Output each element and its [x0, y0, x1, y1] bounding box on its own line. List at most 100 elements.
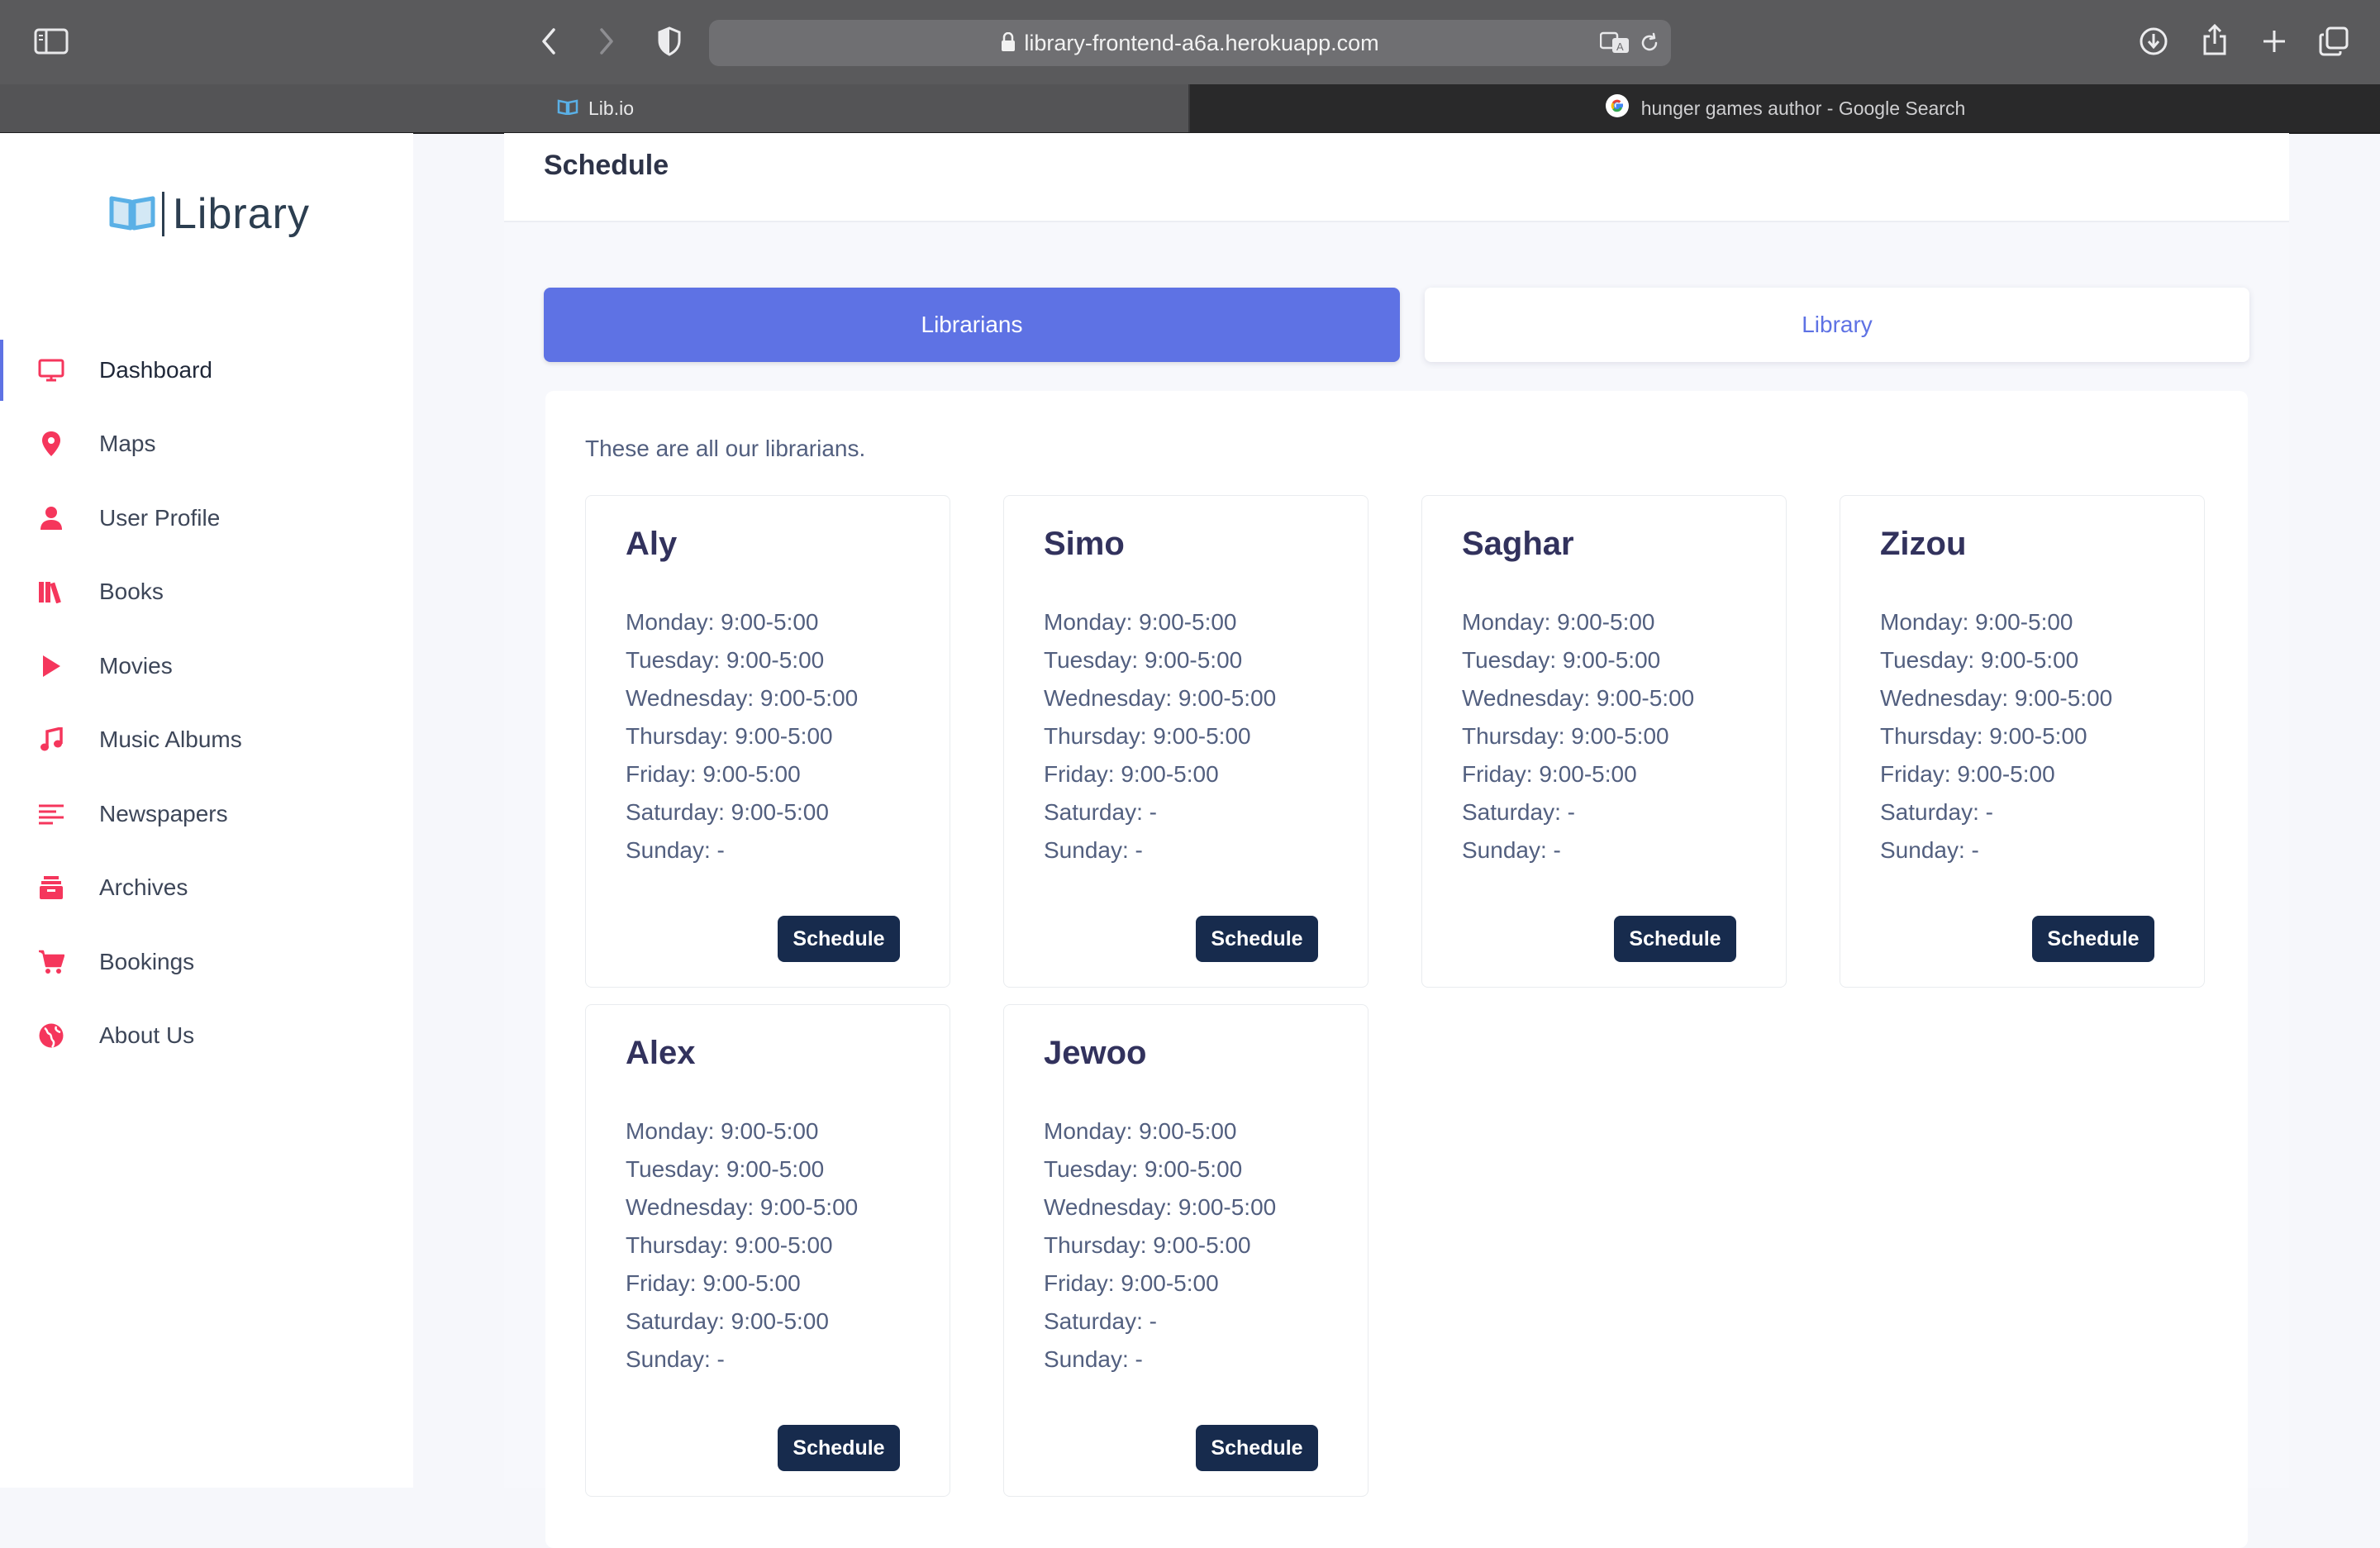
url-text[interactable]: library-frontend-a6a.herokuapp.com — [709, 20, 1671, 66]
tab-library[interactable]: Library — [1425, 288, 2249, 362]
schedule-button[interactable]: Schedule — [2032, 916, 2154, 962]
share-icon[interactable] — [2200, 21, 2230, 58]
hours-thursday: Thursday: 9:00-5:00 — [1044, 723, 1251, 749]
librarian-hours: Monday: 9:00-5:00 Tuesday: 9:00-5:00 Wed… — [1044, 1112, 1276, 1379]
sidebar-item-newspapers[interactable]: Newspapers — [0, 777, 413, 851]
hours-sunday: Sunday: - — [1044, 1346, 1143, 1372]
hours-wednesday: Wednesday: 9:00-5:00 — [626, 685, 859, 711]
reload-icon[interactable] — [1636, 30, 1663, 56]
librarian-card: Simo Monday: 9:00-5:00 Tuesday: 9:00-5:0… — [1003, 495, 1368, 988]
hours-thursday: Thursday: 9:00-5:00 — [626, 723, 833, 749]
librarian-name: Jewoo — [1044, 1035, 1147, 1071]
hours-saturday: Saturday: - — [1044, 1308, 1157, 1334]
back-icon[interactable] — [534, 25, 564, 58]
librarian-hours: Monday: 9:00-5:00 Tuesday: 9:00-5:00 Wed… — [1462, 603, 1694, 869]
globe-icon — [36, 1021, 66, 1050]
open-book-logo-icon — [109, 193, 155, 236]
sidebar-item-bookings[interactable]: Bookings — [0, 925, 413, 999]
sidebar-item-label: User Profile — [99, 504, 221, 531]
translate-icon[interactable]: A — [1598, 28, 1631, 58]
tab-label: Lib.io — [588, 97, 634, 119]
hours-saturday: Saturday: - — [1044, 799, 1157, 825]
tab-lib-io[interactable]: Lib.io — [0, 84, 1188, 132]
privacy-shield-icon[interactable] — [653, 23, 686, 60]
sidebar-item-label: Archives — [99, 874, 188, 901]
schedule-button[interactable]: Schedule — [1196, 1425, 1318, 1471]
hours-monday: Monday: 9:00-5:00 — [1880, 609, 2073, 635]
tab-overview-icon[interactable] — [2317, 25, 2350, 58]
new-tab-icon[interactable] — [2259, 25, 2289, 58]
librarians-panel: These are all our librarians. Aly Monday… — [545, 391, 2248, 1548]
librarian-hours: Monday: 9:00-5:00 Tuesday: 9:00-5:00 Wed… — [1880, 603, 2112, 869]
sidebar-item-music-albums[interactable]: Music Albums — [0, 703, 413, 778]
hours-friday: Friday: 9:00-5:00 — [1044, 1270, 1219, 1296]
hours-sunday: Sunday: - — [1462, 837, 1561, 863]
hours-wednesday: Wednesday: 9:00-5:00 — [626, 1194, 859, 1220]
librarian-name: Zizou — [1880, 526, 1967, 562]
librarian-hours: Monday: 9:00-5:00 Tuesday: 9:00-5:00 Wed… — [1044, 603, 1276, 869]
schedule-button[interactable]: Schedule — [1614, 916, 1736, 962]
hours-wednesday: Wednesday: 9:00-5:00 — [1044, 685, 1277, 711]
librarian-name: Simo — [1044, 526, 1125, 562]
sidebar-item-dashboard[interactable]: Dashboard — [0, 333, 413, 407]
sidebar-item-books[interactable]: Books — [0, 555, 413, 630]
hours-monday: Monday: 9:00-5:00 — [1462, 609, 1655, 635]
logo-divider — [162, 192, 164, 236]
books-icon — [36, 577, 66, 607]
hours-tuesday: Tuesday: 9:00-5:00 — [626, 647, 825, 673]
sidebar-item-maps[interactable]: Maps — [0, 407, 413, 482]
align-left-icon — [36, 799, 66, 829]
sidebar-toggle-icon[interactable] — [31, 25, 71, 58]
logo[interactable]: Library — [109, 189, 310, 239]
schedule-button[interactable]: Schedule — [778, 1425, 900, 1471]
hours-sunday: Sunday: - — [626, 1346, 725, 1372]
forward-icon[interactable] — [592, 25, 621, 58]
hours-saturday: Saturday: 9:00-5:00 — [626, 799, 829, 825]
sidebar-item-about-us[interactable]: About Us — [0, 999, 413, 1074]
hours-saturday: Saturday: - — [1880, 799, 1993, 825]
sidebar: Library Dashboard Maps User Profile Book… — [0, 133, 413, 1488]
hours-tuesday: Tuesday: 9:00-5:00 — [1462, 647, 1661, 673]
librarian-card: Alex Monday: 9:00-5:00 Tuesday: 9:00-5:0… — [585, 1004, 950, 1497]
tab-strip: Lib.io hunger games author - Google Sear… — [0, 84, 2380, 134]
hours-sunday: Sunday: - — [626, 837, 725, 863]
monitor-icon — [36, 355, 66, 385]
sidebar-item-user-profile[interactable]: User Profile — [0, 481, 413, 555]
hours-sunday: Sunday: - — [1044, 837, 1143, 863]
sidebar-item-label: Dashboard — [99, 356, 212, 383]
hours-thursday: Thursday: 9:00-5:00 — [1044, 1232, 1251, 1258]
play-icon — [36, 651, 66, 681]
book-favicon-icon — [557, 98, 578, 120]
schedule-button[interactable]: Schedule — [778, 916, 900, 962]
tab-librarians[interactable]: Librarians — [544, 288, 1400, 362]
sidebar-item-label: Movies — [99, 652, 173, 679]
sidebar-item-movies[interactable]: Movies — [0, 629, 413, 703]
sidebar-item-label: Bookings — [99, 948, 195, 974]
sidebar-nav: Dashboard Maps User Profile Books Movies — [0, 333, 413, 1073]
archive-icon — [36, 873, 66, 903]
lock-icon — [1001, 21, 1016, 68]
hours-saturday: Saturday: - — [1462, 799, 1575, 825]
hours-thursday: Thursday: 9:00-5:00 — [1880, 723, 2087, 749]
schedule-button[interactable]: Schedule — [1196, 916, 1318, 962]
hours-tuesday: Tuesday: 9:00-5:00 — [626, 1156, 825, 1182]
sidebar-item-archives[interactable]: Archives — [0, 851, 413, 926]
hours-wednesday: Wednesday: 9:00-5:00 — [1462, 685, 1695, 711]
hours-monday: Monday: 9:00-5:00 — [1044, 1118, 1237, 1144]
address-bar[interactable]: library-frontend-a6a.herokuapp.com A — [709, 20, 1671, 66]
hours-sunday: Sunday: - — [1880, 837, 1979, 863]
librarian-name: Aly — [626, 526, 678, 562]
hours-friday: Friday: 9:00-5:00 — [1462, 761, 1637, 787]
hours-tuesday: Tuesday: 9:00-5:00 — [1044, 1156, 1243, 1182]
sidebar-item-label: About Us — [99, 1022, 195, 1049]
hours-wednesday: Wednesday: 9:00-5:00 — [1880, 685, 2113, 711]
downloads-icon[interactable] — [2137, 25, 2170, 58]
browser-toolbar: library-frontend-a6a.herokuapp.com A — [0, 0, 2380, 84]
tab-google-search[interactable]: hunger games author - Google Search — [1190, 84, 2380, 132]
librarian-name: Alex — [626, 1035, 696, 1071]
hours-wednesday: Wednesday: 9:00-5:00 — [1044, 1194, 1277, 1220]
sidebar-item-label: Music Albums — [99, 726, 242, 753]
librarian-card: Saghar Monday: 9:00-5:00 Tuesday: 9:00-5… — [1421, 495, 1787, 988]
hours-monday: Monday: 9:00-5:00 — [626, 1118, 819, 1144]
hours-thursday: Thursday: 9:00-5:00 — [626, 1232, 833, 1258]
